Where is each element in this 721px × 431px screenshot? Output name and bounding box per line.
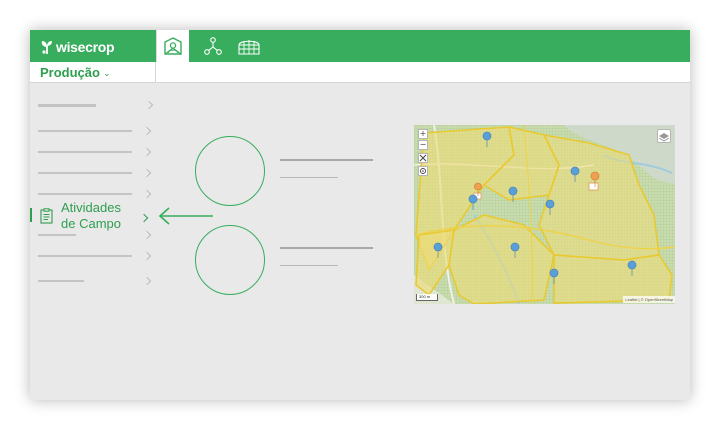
fullscreen-icon	[419, 154, 427, 162]
sidebar-item-placeholder[interactable]	[38, 255, 132, 257]
map-canvas[interactable]	[414, 125, 675, 304]
module-label: Produção	[40, 65, 100, 80]
clipboard-list-icon	[40, 208, 53, 224]
text-placeholder-line	[280, 177, 338, 178]
module-bar: Produção ⌄	[30, 62, 690, 83]
chevron-right-icon	[142, 189, 152, 199]
sidebar-item-placeholder[interactable]	[38, 172, 132, 174]
chevron-down-icon: ⌄	[102, 68, 111, 78]
map-attribution[interactable]: Leaflet | © OpenStreetMap	[623, 296, 675, 303]
sidebar-item-placeholder[interactable]	[38, 234, 76, 236]
chevron-right-icon	[142, 147, 152, 157]
sidebar-item-placeholder[interactable]	[38, 130, 132, 132]
logo-text: wisecrop	[56, 39, 115, 55]
text-placeholder-line	[280, 265, 338, 266]
fullscreen-button[interactable]	[418, 153, 428, 163]
zoom-out-button[interactable]: −	[418, 140, 428, 150]
sprout-logo-icon	[41, 41, 52, 54]
layers-icon	[658, 133, 670, 142]
top-navigation-bar: wisecrop	[30, 30, 690, 62]
module-selector[interactable]: Produção ⌄	[30, 62, 156, 83]
sidebar-item-label: Atividades de Campo	[61, 200, 121, 231]
map-view[interactable]: + − 300 m Leaflet | © OpenStreetMap	[414, 125, 675, 304]
chevron-right-icon	[142, 126, 152, 136]
app-window: wisecrop Produção ⌄ Atividades de Campo …	[30, 30, 690, 400]
sidebar-item-placeholder[interactable]	[38, 104, 96, 107]
arrow-left-icon	[158, 207, 213, 225]
chevron-right-icon	[142, 168, 152, 178]
wisecrop-logo[interactable]: wisecrop	[40, 37, 115, 57]
tab-network[interactable]	[196, 30, 230, 62]
sidebar-item-placeholder[interactable]	[38, 280, 84, 282]
greenhouse-icon	[238, 40, 260, 55]
active-indicator	[30, 208, 32, 222]
network-nodes-icon	[204, 37, 222, 55]
chevron-right-icon	[142, 276, 152, 286]
sidebar-item-placeholder[interactable]	[38, 151, 132, 153]
target-icon	[420, 168, 426, 174]
chevron-right-icon	[142, 251, 152, 261]
zoom-in-button[interactable]: +	[418, 129, 428, 139]
field-plot-icon	[164, 37, 182, 55]
sidebar-item-placeholder[interactable]	[38, 193, 132, 195]
map-scale-bar: 300 m	[416, 294, 438, 301]
tab-field-plots[interactable]	[156, 30, 189, 62]
text-placeholder-line	[280, 159, 373, 161]
sidebar-item-atividades-de-campo[interactable]: Atividades de Campo	[30, 200, 156, 236]
image-placeholder-circle	[195, 225, 265, 295]
locate-button[interactable]	[418, 166, 428, 176]
layers-button[interactable]	[657, 129, 671, 143]
chevron-right-icon	[144, 100, 154, 110]
tab-greenhouse[interactable]	[232, 30, 266, 62]
image-placeholder-circle	[195, 136, 265, 206]
text-placeholder-line	[280, 247, 373, 249]
